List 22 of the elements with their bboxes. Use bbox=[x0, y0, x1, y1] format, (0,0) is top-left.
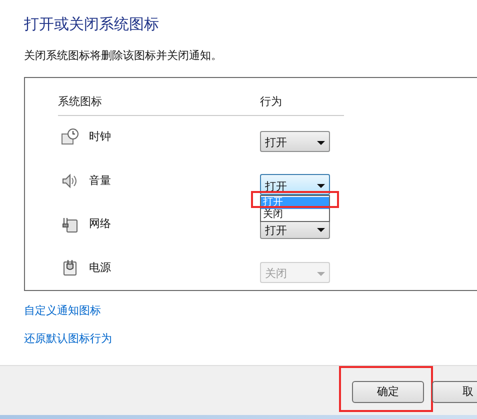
caret-icon bbox=[317, 228, 325, 232]
clock-icon bbox=[61, 128, 79, 146]
link[interactable]: 自定义通知图标 bbox=[24, 303, 101, 319]
network-icon bbox=[61, 216, 79, 234]
description-text: 关闭系统图标将删除该图标并关闭通知。 bbox=[24, 48, 223, 64]
link[interactable]: 还原默认图标行为 bbox=[24, 331, 112, 347]
icon-name: 时钟 bbox=[89, 129, 111, 146]
dialog-button[interactable]: 取 bbox=[432, 381, 477, 404]
behavior-dropdown[interactable]: 打开 bbox=[260, 174, 330, 196]
column-header: 行为 bbox=[260, 94, 282, 110]
caret-icon bbox=[317, 184, 325, 188]
speaker-icon bbox=[61, 172, 79, 190]
icon-name: 网络 bbox=[89, 216, 111, 232]
icon-name: 电源 bbox=[89, 260, 111, 276]
behavior-dropdown[interactable]: 打开 bbox=[260, 130, 330, 152]
caret-icon bbox=[317, 140, 325, 145]
dialog-button[interactable]: 确定 bbox=[352, 381, 424, 404]
caret-icon bbox=[317, 272, 325, 276]
plug-icon bbox=[61, 259, 79, 278]
icon-name: 音量 bbox=[89, 172, 111, 189]
column-header: 系统图标 bbox=[58, 94, 103, 110]
dialog-title: 打开或关闭系统图标 bbox=[24, 14, 160, 34]
